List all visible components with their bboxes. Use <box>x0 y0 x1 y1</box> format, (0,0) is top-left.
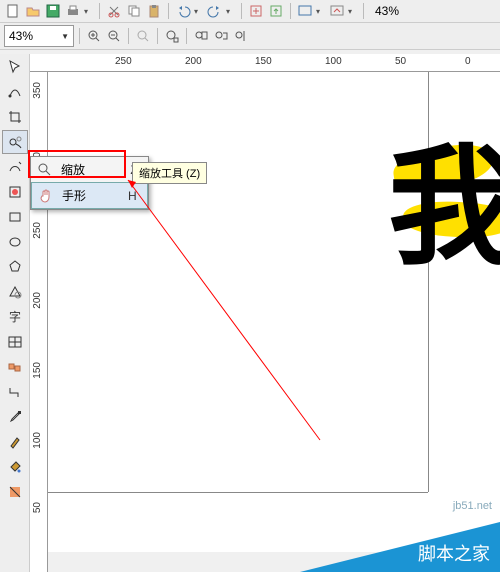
eyedropper-icon[interactable] <box>2 405 28 429</box>
pick-tool-icon[interactable] <box>2 55 28 79</box>
ruler-mark: 50 <box>395 56 406 67</box>
zoom-height-icon[interactable] <box>232 27 250 45</box>
flyout-hand-item[interactable]: 手形 H <box>31 182 148 209</box>
dropdown-icon[interactable]: ▾ <box>84 7 94 16</box>
page-edge <box>48 492 428 493</box>
new-icon[interactable] <box>4 2 22 20</box>
vertical-ruler: 35030025020015010050 <box>30 72 48 572</box>
interactive-fill-icon[interactable] <box>2 480 28 504</box>
ruler-mark: 150 <box>255 56 272 67</box>
ruler-mark: 150 <box>32 362 43 379</box>
ruler-mark: 250 <box>32 222 43 239</box>
dropdown-icon[interactable]: ▾ <box>226 7 236 16</box>
zoom-in-icon[interactable] <box>85 27 103 45</box>
zoom-selection-icon[interactable] <box>163 27 181 45</box>
polygon-tool-icon[interactable] <box>2 255 28 279</box>
hand-icon <box>38 188 54 204</box>
fullscreen-icon[interactable] <box>296 2 314 20</box>
launch-icon[interactable] <box>328 2 346 20</box>
shape-tool-icon[interactable] <box>2 80 28 104</box>
ruler-mark: 200 <box>185 56 202 67</box>
toolbox: 字 <box>0 54 30 572</box>
redo-icon[interactable] <box>206 2 224 20</box>
zoom-label: 43% <box>375 4 399 18</box>
canvas-area[interactable]: 我 <box>48 72 500 552</box>
copy-icon[interactable] <box>125 2 143 20</box>
basic-shapes-icon[interactable] <box>2 280 28 304</box>
chevron-down-icon[interactable]: ▼ <box>61 32 69 41</box>
text-tool-icon[interactable]: 字 <box>2 305 28 329</box>
flyout-shortcut: H <box>128 189 137 203</box>
ruler-mark: 0 <box>465 56 471 67</box>
ruler-mark: 250 <box>115 56 132 67</box>
watermark-text: 脚本之家 <box>418 540 490 566</box>
watermark-url: jb51.net <box>453 500 492 512</box>
connector-tool-icon[interactable] <box>2 380 28 404</box>
zoom-width-icon[interactable] <box>212 27 230 45</box>
magnifier-icon <box>37 162 53 178</box>
rectangle-tool-icon[interactable] <box>2 205 28 229</box>
zoom-tool-icon[interactable] <box>2 130 28 154</box>
ruler-mark: 350 <box>32 82 43 99</box>
zoom-value: 43% <box>9 29 33 43</box>
canvas-text: 我 <box>388 102 500 290</box>
export-icon[interactable] <box>267 2 285 20</box>
ruler-mark: 100 <box>32 432 43 449</box>
crop-tool-icon[interactable] <box>2 105 28 129</box>
import-icon[interactable] <box>247 2 265 20</box>
zoom-tool-flyout: 缩放 Z 手形 H <box>30 156 149 210</box>
undo-icon[interactable] <box>174 2 192 20</box>
save-icon[interactable] <box>44 2 62 20</box>
ruler-mark: 100 <box>325 56 342 67</box>
zoom-out-icon[interactable] <box>105 27 123 45</box>
dimension-tool-icon[interactable] <box>2 355 28 379</box>
tooltip: 缩放工具 (Z) <box>132 162 207 184</box>
flyout-zoom-item[interactable]: 缩放 Z <box>31 157 148 182</box>
ellipse-tool-icon[interactable] <box>2 230 28 254</box>
freehand-tool-icon[interactable] <box>2 155 28 179</box>
flyout-label: 手形 <box>62 187 112 204</box>
table-tool-icon[interactable] <box>2 330 28 354</box>
cut-icon[interactable] <box>105 2 123 20</box>
ruler-mark: 50 <box>32 502 43 513</box>
open-icon[interactable] <box>24 2 42 20</box>
zoom-combo[interactable]: 43% ▼ <box>4 25 74 47</box>
zoom-toolbar: 43% ▼ <box>0 23 500 50</box>
dropdown-icon[interactable]: ▾ <box>348 7 358 16</box>
outline-pen-icon[interactable] <box>2 430 28 454</box>
dropdown-icon[interactable]: ▾ <box>316 7 326 16</box>
flyout-label: 缩放 <box>61 161 114 178</box>
print-icon[interactable] <box>64 2 82 20</box>
paste-icon[interactable] <box>145 2 163 20</box>
zoom-page-icon[interactable] <box>192 27 210 45</box>
fill-tool-icon[interactable] <box>2 455 28 479</box>
dropdown-icon[interactable]: ▾ <box>194 7 204 16</box>
zoom-fit-icon[interactable] <box>134 27 152 45</box>
ruler-mark: 200 <box>32 292 43 309</box>
svg-text:字: 字 <box>9 309 21 324</box>
smart-fill-icon[interactable] <box>2 180 28 204</box>
horizontal-ruler: 250 200 150 100 50 0 <box>30 54 500 72</box>
main-toolbar: ▾ ▾ ▾ ▾ ▾ 43% <box>0 0 500 23</box>
